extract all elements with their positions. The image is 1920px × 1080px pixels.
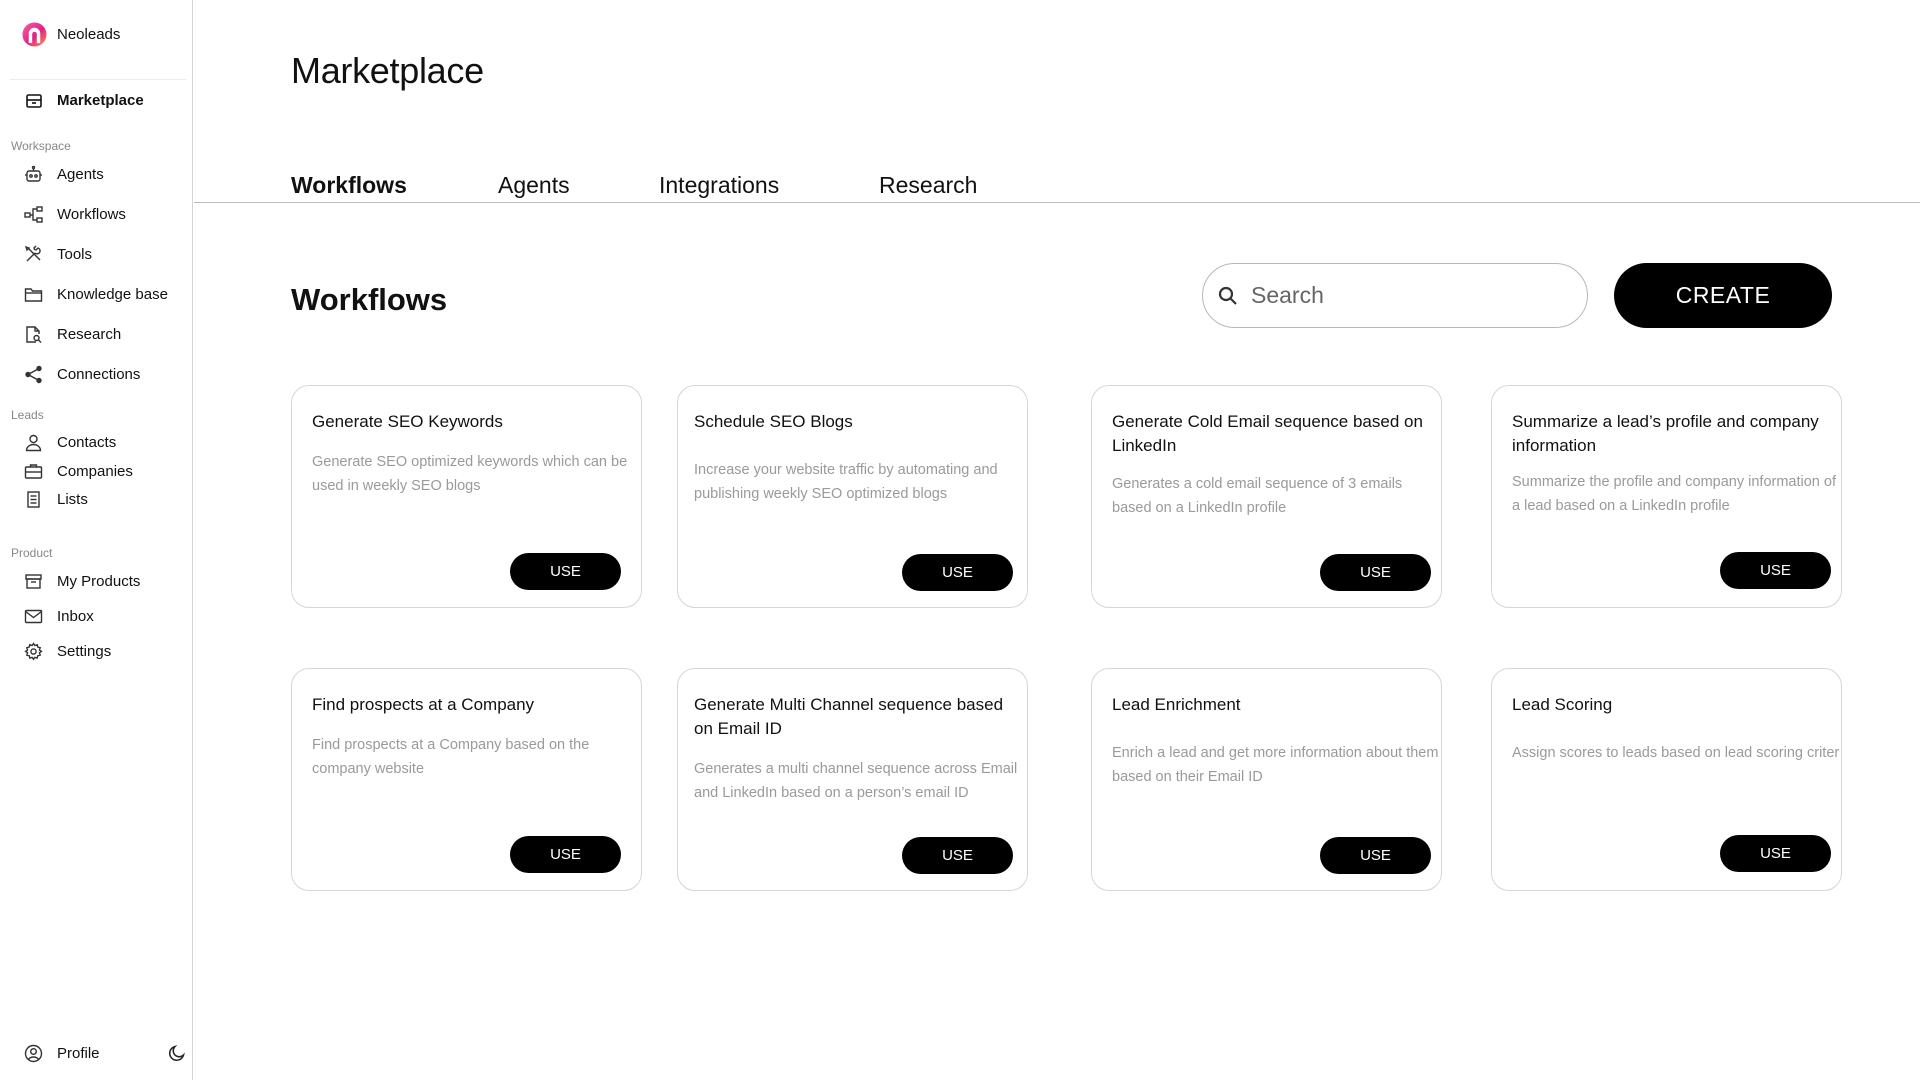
workflow-icon [24, 205, 43, 224]
list-icon [24, 490, 43, 509]
sidebar-item-connections[interactable]: Connections [24, 365, 140, 384]
workflow-card[interactable]: Lead Enrichment Enrich a lead and get mo… [1091, 668, 1442, 891]
briefcase-icon [24, 462, 43, 481]
use-button[interactable]: USE [902, 837, 1013, 874]
store-icon [24, 91, 43, 110]
box-icon [24, 572, 43, 591]
sidebar-item-tools[interactable]: Tools [24, 245, 92, 264]
sidebar-item-label: Research [57, 326, 122, 343]
gear-icon [24, 642, 43, 661]
sidebar-divider [10, 79, 186, 80]
card-title: Generate Multi Channel sequence based on… [694, 695, 1004, 738]
search-box[interactable] [1202, 263, 1588, 328]
use-button[interactable]: USE [1720, 552, 1831, 589]
card-title: Schedule SEO Blogs [694, 412, 853, 431]
use-button[interactable]: USE [510, 553, 621, 590]
tab-workflows[interactable]: Workflows [291, 172, 407, 199]
page-title: Marketplace [291, 50, 484, 91]
workflow-card[interactable]: Generate SEO Keywords Generate SEO optim… [291, 385, 642, 608]
workflow-card[interactable]: Generate Cold Email sequence based on Li… [1091, 385, 1442, 608]
card-description: Summarize the profile and company inform… [1512, 474, 1836, 514]
document-search-icon [24, 325, 43, 344]
card-description: Increase your website traffic by automat… [694, 462, 998, 502]
card-title: Find prospects at a Company [312, 695, 535, 714]
sidebar-item-label: Companies [57, 463, 133, 480]
workflow-card[interactable]: Schedule SEO Blogs Increase your website… [677, 385, 1028, 608]
card-description: Enrich a lead and get more information a… [1112, 745, 1439, 785]
tab-integrations[interactable]: Integrations [659, 172, 779, 199]
card-title: Lead Enrichment [1112, 695, 1241, 714]
sidebar-item-label: Contacts [57, 434, 117, 451]
sidebar-section-product: Product [11, 546, 53, 560]
card-description: Assign scores to leads based on lead sco… [1512, 745, 1839, 761]
sidebar-item-label: My Products [57, 573, 141, 590]
brand[interactable]: Neoleads [22, 22, 120, 47]
tab-research[interactable]: Research [879, 172, 977, 199]
workflow-card[interactable]: Summarize a lead’s profile and company i… [1491, 385, 1842, 608]
sidebar-item-my-products[interactable]: My Products [24, 572, 140, 591]
sidebar-section-leads: Leads [11, 408, 44, 422]
folder-icon [24, 285, 43, 304]
card-title: Lead Scoring [1512, 695, 1613, 714]
sidebar-item-label: Connections [57, 366, 141, 383]
sidebar-item-agents[interactable]: Agents [24, 165, 104, 184]
user-circle-icon [24, 1044, 43, 1063]
sidebar-item-companies[interactable]: Companies [24, 462, 133, 481]
robot-icon [24, 165, 43, 184]
moon-icon[interactable] [168, 1044, 186, 1062]
card-title: Generate Cold Email sequence based on Li… [1112, 412, 1423, 455]
person-icon [24, 433, 43, 452]
use-button[interactable]: USE [902, 554, 1013, 591]
sidebar-item-knowledge-base[interactable]: Knowledge base [24, 285, 168, 304]
workflow-card[interactable]: Generate Multi Channel sequence based on… [677, 668, 1028, 891]
sidebar-item-profile[interactable]: Profile [24, 1044, 100, 1063]
card-title: Summarize a lead’s profile and company i… [1512, 412, 1819, 455]
sidebar-item-contacts[interactable]: Contacts [24, 433, 116, 452]
section-title: Workflows [291, 282, 448, 317]
sidebar-item-marketplace[interactable]: Marketplace [24, 91, 144, 110]
create-button[interactable]: CREATE [1614, 263, 1832, 328]
sidebar-item-label: Profile [57, 1045, 100, 1062]
card-title: Generate SEO Keywords [312, 412, 503, 431]
tools-icon [24, 245, 43, 264]
sidebar-item-workflows[interactable]: Workflows [24, 205, 126, 224]
search-icon [1217, 285, 1239, 307]
sidebar-item-label: Knowledge base [57, 286, 168, 303]
sidebar: Neoleads Marketplace Workspace Agents Wo… [0, 0, 193, 1080]
mail-icon [24, 607, 43, 626]
tab-agents[interactable]: Agents [498, 172, 570, 199]
card-description: Generate SEO optimized keywords which ca… [312, 454, 628, 494]
sidebar-item-lists[interactable]: Lists [24, 490, 88, 509]
card-description: Find prospects at a Company based on the… [312, 737, 590, 777]
sidebar-item-inbox[interactable]: Inbox [24, 607, 94, 626]
sidebar-item-settings[interactable]: Settings [24, 642, 111, 661]
use-button[interactable]: USE [510, 836, 621, 873]
sidebar-item-label: Inbox [57, 608, 94, 625]
sidebar-item-research[interactable]: Research [24, 325, 121, 344]
brand-name: Neoleads [57, 26, 121, 43]
card-description: Generates a cold email sequence of 3 ema… [1112, 476, 1403, 516]
use-button[interactable]: USE [1320, 837, 1431, 874]
sidebar-item-label: Settings [57, 643, 112, 660]
tab-bar: Workflows Agents Integrations Research [194, 172, 1920, 203]
sidebar-item-label: Tools [57, 246, 93, 263]
share-icon [24, 365, 43, 384]
sidebar-item-label: Lists [57, 491, 88, 508]
use-button[interactable]: USE [1720, 835, 1831, 872]
card-description: Generates a multi channel sequence acros… [694, 761, 1018, 801]
use-button[interactable]: USE [1320, 554, 1431, 591]
sidebar-item-label: Workflows [57, 206, 126, 223]
sidebar-item-label: Agents [57, 166, 104, 183]
sidebar-section-workspace: Workspace [11, 139, 71, 153]
sidebar-item-label: Marketplace [57, 92, 144, 109]
workflow-card[interactable]: Lead Scoring Assign scores to leads base… [1491, 668, 1842, 891]
search-input[interactable] [1251, 282, 1551, 309]
workflow-card[interactable]: Find prospects at a Company Find prospec… [291, 668, 642, 891]
neoleads-logo-icon [22, 22, 47, 47]
